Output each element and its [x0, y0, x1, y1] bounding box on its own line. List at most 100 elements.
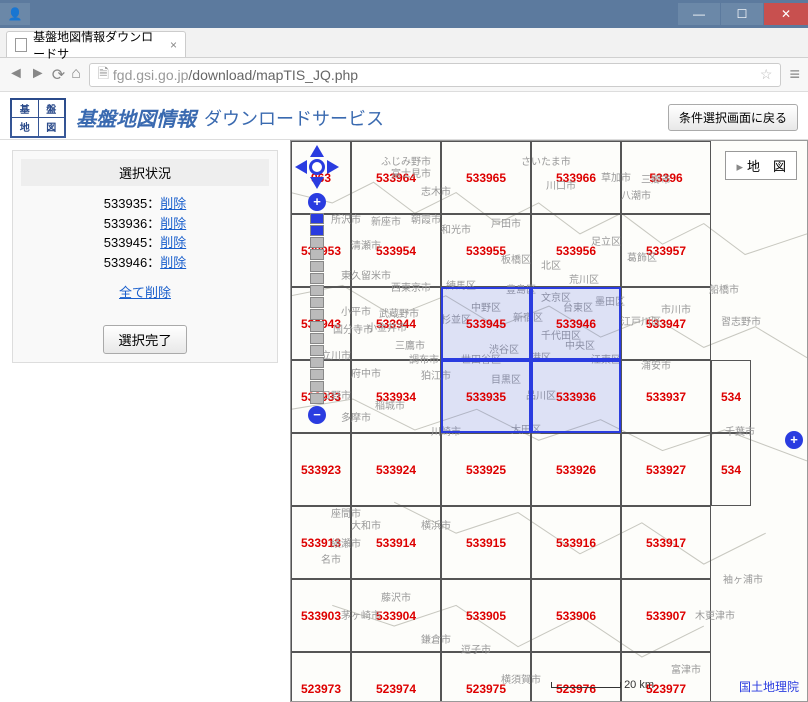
zoom-tick[interactable]	[310, 333, 324, 344]
home-icon[interactable]: ⌂	[71, 65, 81, 85]
delete-link[interactable]: 削除	[160, 255, 186, 270]
layer-toggle-button[interactable]: 地 図	[725, 151, 797, 180]
browser-tab[interactable]: 基盤地図情報ダウンロードサ ×	[6, 31, 186, 57]
map-cell[interactable]: 533946	[531, 287, 621, 360]
cell-code: 533966	[556, 171, 596, 185]
map-cell[interactable]: 533966	[531, 141, 621, 214]
map-cell[interactable]: 533915	[441, 506, 531, 579]
zoom-in-button[interactable]: +	[308, 193, 326, 211]
map-cell[interactable]: 533964	[351, 141, 441, 214]
cell-code: 523973	[301, 682, 341, 696]
map-cell[interactable]: 534	[711, 433, 751, 506]
map-cell[interactable]: 533934	[351, 360, 441, 433]
map-cell[interactable]: 523976	[531, 652, 621, 702]
site-subtitle: ダウンロードサービス	[204, 105, 384, 131]
zoom-tick[interactable]	[310, 261, 324, 272]
zoom-tick[interactable]	[310, 345, 324, 356]
map-cell[interactable]: 533945	[441, 287, 531, 360]
map-cell[interactable]: 533935	[441, 360, 531, 433]
zoom-tick[interactable]	[310, 357, 324, 368]
address-bar[interactable]: 🗎 fgd.gsi.go.jp/download/mapTIS_JQ.php ☆	[89, 63, 782, 87]
map-cell[interactable]: 533923	[291, 433, 351, 506]
map-cell[interactable]: 523974	[351, 652, 441, 702]
zoom-tick[interactable]	[310, 249, 324, 260]
bookmark-star-icon[interactable]: ☆	[760, 66, 773, 83]
back-to-conditions-button[interactable]: 条件選択画面に戻る	[668, 104, 798, 131]
tab-favicon	[15, 38, 27, 52]
map-cell[interactable]: 533926	[531, 433, 621, 506]
cell-code: 533945	[466, 317, 506, 331]
map-cell[interactable]: 533936	[531, 360, 621, 433]
map-cell[interactable]: 533904	[351, 579, 441, 652]
user-icon[interactable]: 👤	[0, 3, 30, 25]
file-icon: 🗎	[98, 63, 113, 87]
back-icon[interactable]: ◄	[8, 65, 24, 85]
zoom-tick[interactable]	[310, 225, 324, 236]
delete-all-link[interactable]: 全て削除	[21, 282, 269, 301]
map-cell[interactable]: 533913	[291, 506, 351, 579]
selection-complete-button[interactable]: 選択完了	[103, 325, 186, 354]
map-cell[interactable]: 523977	[621, 652, 711, 702]
map-cell[interactable]: 533914	[351, 506, 441, 579]
map-cell[interactable]: 533957	[621, 214, 711, 287]
map-cell[interactable]: 533927	[621, 433, 711, 506]
expand-button[interactable]: +	[785, 431, 803, 449]
cell-code: 533946	[556, 317, 596, 331]
zoom-tick[interactable]	[310, 213, 324, 224]
url-path: /download/mapTIS_JQ.php	[188, 67, 358, 83]
map-cell[interactable]: 523973	[291, 652, 351, 702]
map-cell[interactable]: 533905	[441, 579, 531, 652]
selection-panel-title: 選択状況	[21, 159, 269, 186]
zoom-tick[interactable]	[310, 309, 324, 320]
cell-code: 533964	[376, 171, 416, 185]
map-area[interactable]: 9635339645339655339665339653395353395453…	[290, 140, 808, 702]
maximize-button[interactable]: ☐	[721, 3, 763, 25]
map-cell[interactable]: 533916	[531, 506, 621, 579]
pan-east-icon[interactable]	[327, 160, 339, 174]
map-cell[interactable]: 533917	[621, 506, 711, 579]
zoom-slider[interactable]	[310, 213, 324, 404]
window-close-button[interactable]: ✕	[764, 3, 808, 25]
pan-west-icon[interactable]	[295, 160, 307, 174]
map-cell[interactable]: 533947	[621, 287, 711, 360]
map-cell[interactable]: 533955	[441, 214, 531, 287]
minimize-button[interactable]: —	[678, 3, 720, 25]
zoom-tick[interactable]	[310, 369, 324, 380]
reload-icon[interactable]: ⟳	[52, 65, 65, 85]
forward-icon[interactable]: ►	[30, 65, 46, 85]
cell-code: 533915	[466, 536, 506, 550]
map-cell[interactable]: 533924	[351, 433, 441, 506]
zoom-tick[interactable]	[310, 285, 324, 296]
map-cell[interactable]: 533954	[351, 214, 441, 287]
delete-link[interactable]: 削除	[160, 196, 186, 211]
map-cell[interactable]: 533937	[621, 360, 711, 433]
map-cell[interactable]: 534	[711, 360, 751, 433]
zoom-tick[interactable]	[310, 381, 324, 392]
tab-close-icon[interactable]: ×	[170, 38, 177, 52]
delete-link[interactable]: 削除	[160, 235, 186, 250]
delete-link[interactable]: 削除	[160, 216, 186, 231]
map-cell[interactable]: 53396	[621, 141, 711, 214]
map-cell[interactable]: 533903	[291, 579, 351, 652]
map-cell[interactable]: 533965	[441, 141, 531, 214]
map-cell[interactable]: 533925	[441, 433, 531, 506]
zoom-out-button[interactable]: −	[308, 406, 326, 424]
map-cell[interactable]: 533956	[531, 214, 621, 287]
pan-compass[interactable]	[297, 147, 337, 187]
menu-icon[interactable]: ≡	[789, 64, 800, 85]
pan-south-icon[interactable]	[310, 177, 324, 189]
zoom-tick[interactable]	[310, 273, 324, 284]
zoom-tick[interactable]	[310, 237, 324, 248]
map-cell[interactable]: 533944	[351, 287, 441, 360]
zoom-tick[interactable]	[310, 393, 324, 404]
map-cell[interactable]: 533906	[531, 579, 621, 652]
cell-code: 533965	[466, 171, 506, 185]
pan-center-icon[interactable]	[309, 159, 325, 175]
map-cell[interactable]: 523975	[441, 652, 531, 702]
zoom-tick[interactable]	[310, 297, 324, 308]
zoom-tick[interactable]	[310, 321, 324, 332]
map-cell[interactable]: 533907	[621, 579, 711, 652]
cell-code: 533907	[646, 609, 686, 623]
window-titlebar: 👤 — ☐ ✕	[0, 0, 808, 28]
pan-north-icon[interactable]	[310, 145, 324, 157]
